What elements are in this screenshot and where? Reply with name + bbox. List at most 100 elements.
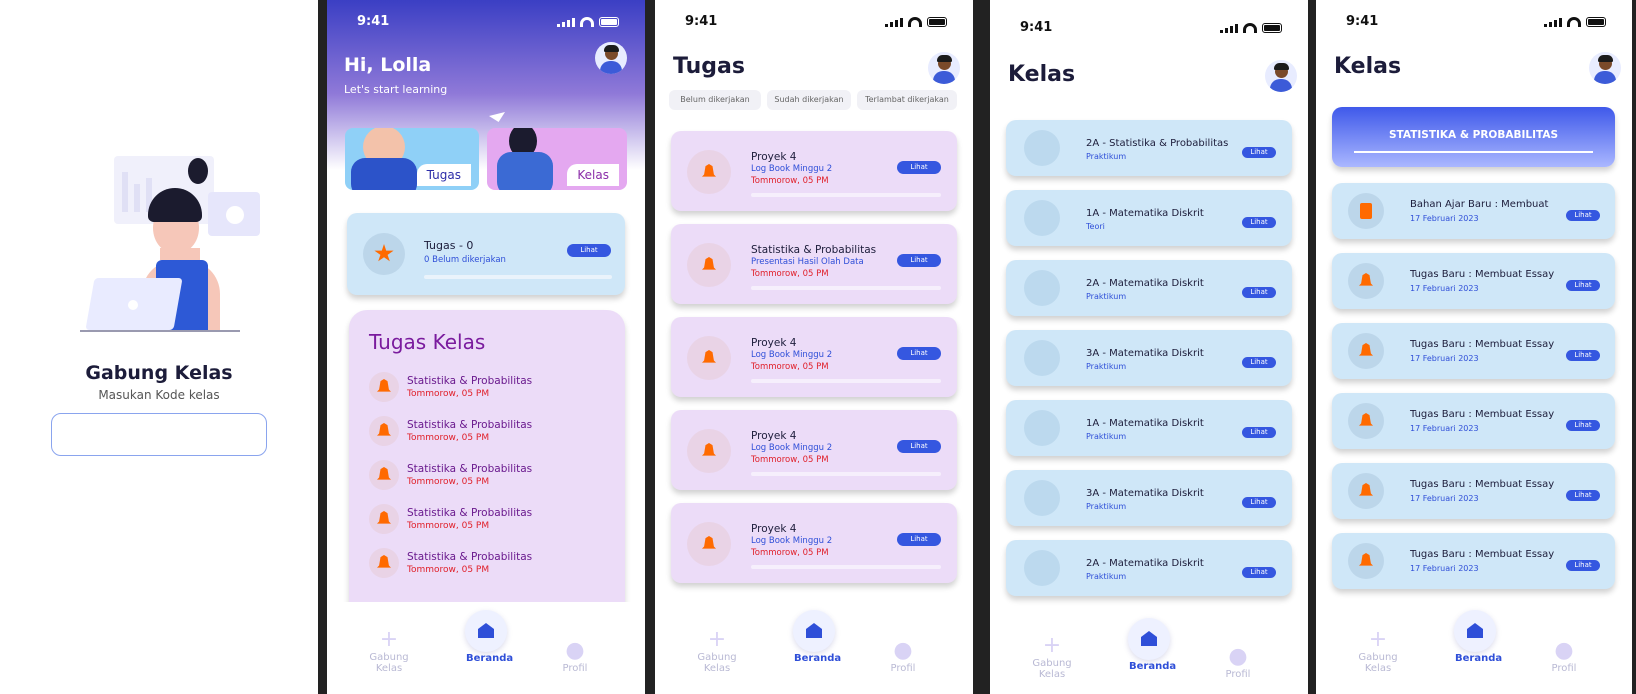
class-title: 3A - Matematika Diskrit <box>1086 488 1204 499</box>
tile-kelas[interactable]: Kelas <box>487 128 627 190</box>
task-subtitle: Presentasi Hasil Olah Data <box>751 257 864 267</box>
class-type: Praktikum <box>1086 152 1127 161</box>
nav-beranda-label[interactable]: Beranda <box>466 653 513 664</box>
nav-profil[interactable]: ● Profil <box>883 639 923 675</box>
filter-chip[interactable]: Terlambat dikerjakan <box>857 90 957 110</box>
announcement-card[interactable]: Tugas Baru : Membuat Essay 17 Februari 20… <box>1332 463 1615 519</box>
nav-gabung-kelas[interactable]: + Gabung Kelas <box>1346 627 1410 675</box>
bell-icon <box>1348 263 1384 299</box>
nav-profil[interactable]: ● Profil <box>1218 645 1258 681</box>
nav-profil[interactable]: ● Profil <box>1544 639 1584 675</box>
tugas-kelas-panel: Tugas Kelas Statistika & Probabilitas Tom… <box>349 310 625 610</box>
bell-icon <box>1348 473 1384 509</box>
task-card[interactable]: Proyek 4 Log Book Minggu 2 Tommorow, 05 PM… <box>671 410 957 490</box>
lihat-button[interactable]: Lihat <box>897 161 941 174</box>
task-card[interactable]: Proyek 4 Log Book Minggu 2 Tommorow, 05 PM… <box>671 317 957 397</box>
nav-beranda-label[interactable]: Beranda <box>794 653 841 664</box>
home-icon <box>1141 631 1157 646</box>
tugas-kelas-item[interactable]: Statistika & Probabilitas Tommorow, 05 PM <box>369 460 609 494</box>
class-card[interactable]: 1A - Matematika Diskrit Praktikum Lihat <box>1006 400 1292 456</box>
plus-icon: + <box>379 627 399 652</box>
lihat-button[interactable]: Lihat <box>1566 280 1600 291</box>
nav-gabung-kelas[interactable]: + Gabung Kelas <box>357 627 421 675</box>
lihat-button[interactable]: Lihat <box>1242 497 1276 508</box>
nav-home-button[interactable] <box>793 610 835 652</box>
bell-icon <box>369 372 399 402</box>
avatar[interactable] <box>1265 60 1297 92</box>
lihat-button[interactable]: Lihat <box>897 440 941 453</box>
lihat-button[interactable]: Lihat <box>897 254 941 267</box>
lihat-button[interactable]: Lihat <box>1242 567 1276 578</box>
tugas-kelas-item[interactable]: Statistika & Probabilitas Tommorow, 05 PM <box>369 504 609 538</box>
nav-profil-label: Profil <box>562 663 588 674</box>
page-subtitle: Masukan Kode kelas <box>98 388 220 402</box>
page-title: Kelas <box>1008 62 1076 87</box>
tugas-kelas-item[interactable]: Statistika & Probabilitas Tommorow, 05 PM <box>369 372 609 406</box>
page-title: Kelas <box>1334 54 1402 79</box>
announcement-card[interactable]: Tugas Baru : Membuat Essay 17 Februari 20… <box>1332 533 1615 589</box>
nav-gabung-label: Gabung Kelas <box>697 652 737 674</box>
tile-kelas-label: Kelas <box>567 164 619 186</box>
announcement-card[interactable]: Tugas Baru : Membuat Essay 17 Februari 20… <box>1332 393 1615 449</box>
announcement-card[interactable]: Bahan Ajar Baru : Membuat 17 Februari 202… <box>1332 183 1615 239</box>
tile-tugas[interactable]: Tugas <box>345 128 479 190</box>
status-icons <box>1544 17 1606 27</box>
nav-home-button[interactable] <box>1454 610 1496 652</box>
nav-profil[interactable]: ● Profil <box>555 638 595 675</box>
tugas-kelas-item[interactable]: Statistika & Probabilitas Tommorow, 05 PM <box>369 416 609 450</box>
lihat-button[interactable]: Lihat <box>1242 357 1276 368</box>
class-card[interactable]: 2A - Matematika Diskrit Praktikum Lihat <box>1006 540 1292 596</box>
task-deadline: Tommorow, 05 PM <box>751 176 829 186</box>
class-banner: STATISTIKA & PROBABILITAS <box>1332 107 1615 167</box>
lihat-button[interactable]: Lihat <box>1566 560 1600 571</box>
class-card[interactable]: 3A - Matematika Diskrit Praktikum Lihat <box>1006 330 1292 386</box>
announcement-card[interactable]: Tugas Baru : Membuat Essay 17 Februari 20… <box>1332 253 1615 309</box>
nav-home-button[interactable] <box>465 610 507 652</box>
nav-beranda-label[interactable]: Beranda <box>1129 661 1176 672</box>
lihat-button[interactable]: Lihat <box>1242 147 1276 158</box>
filter-chip[interactable]: Belum dikerjakan <box>669 90 761 110</box>
task-deadline: Tommorow, 05 PM <box>751 362 829 372</box>
lihat-button[interactable]: Lihat <box>1242 427 1276 438</box>
class-card[interactable]: 3A - Matematika Diskrit Praktikum Lihat <box>1006 470 1292 526</box>
page-title: Gabung Kelas <box>85 362 233 384</box>
lihat-button[interactable]: Lihat <box>1566 490 1600 501</box>
class-card[interactable]: 2A - Matematika Diskrit Praktikum Lihat <box>1006 260 1292 316</box>
task-card[interactable]: Proyek 4 Log Book Minggu 2 Tommorow, 05 PM… <box>671 131 957 211</box>
announcement-title: Tugas Baru : Membuat Essay <box>1410 549 1555 560</box>
summary-title: Tugas - 0 <box>424 239 474 252</box>
class-title: 1A - Matematika Diskrit <box>1086 208 1204 219</box>
nav-gabung-kelas[interactable]: + Gabung Kelas <box>1020 634 1084 681</box>
nav-home-button[interactable] <box>1128 618 1170 660</box>
plus-icon: + <box>1368 627 1388 652</box>
item-deadline: Tommorow, 05 PM <box>407 433 490 443</box>
avatar[interactable] <box>1589 52 1621 84</box>
filter-chip[interactable]: Sudah dikerjakan <box>767 90 851 110</box>
lihat-button[interactable]: Lihat <box>1566 420 1600 431</box>
nav-gabung-kelas[interactable]: + Gabung Kelas <box>685 628 749 675</box>
avatar[interactable] <box>595 42 627 74</box>
status-bar: 9:41 <box>1316 14 1632 34</box>
tugas-kelas-item[interactable]: Statistika & Probabilitas Tommorow, 05 PM <box>369 548 609 582</box>
user-icon: ● <box>565 638 585 663</box>
class-card[interactable]: 2A - Statistika & Probabilitas Praktikum L… <box>1006 120 1292 176</box>
lihat-button[interactable]: Lihat <box>1566 210 1600 221</box>
class-card[interactable]: 1A - Matematika Diskrit Teori Lihat <box>1006 190 1292 246</box>
announcement-date: 17 Februari 2023 <box>1410 424 1479 433</box>
screen-kelas-list: 9:41 Kelas + Gabung Kelas Beranda ● Profil… <box>990 0 1308 694</box>
class-thumbnail <box>1024 130 1060 166</box>
announcement-date: 17 Februari 2023 <box>1410 564 1479 573</box>
lihat-button[interactable]: Lihat <box>1242 287 1276 298</box>
announcement-card[interactable]: Tugas Baru : Membuat Essay 17 Februari 20… <box>1332 323 1615 379</box>
lihat-button[interactable]: Lihat <box>1566 350 1600 361</box>
summary-lihat-button[interactable]: Lihat <box>567 244 611 257</box>
task-card[interactable]: Statistika & Probabilitas Presentasi Hasi… <box>671 224 957 304</box>
lihat-button[interactable]: Lihat <box>897 347 941 360</box>
lihat-button[interactable]: Lihat <box>897 533 941 546</box>
task-card[interactable]: Proyek 4 Log Book Minggu 2 Tommorow, 05 PM… <box>671 503 957 583</box>
lihat-button[interactable]: Lihat <box>1242 217 1276 228</box>
nav-beranda-label[interactable]: Beranda <box>1455 653 1502 664</box>
class-code-input[interactable] <box>51 413 267 456</box>
screen-kelas-detail: 9:41 Kelas STATISTIKA & PROBABILITAS + Ga… <box>1316 0 1632 694</box>
avatar[interactable] <box>928 52 960 84</box>
